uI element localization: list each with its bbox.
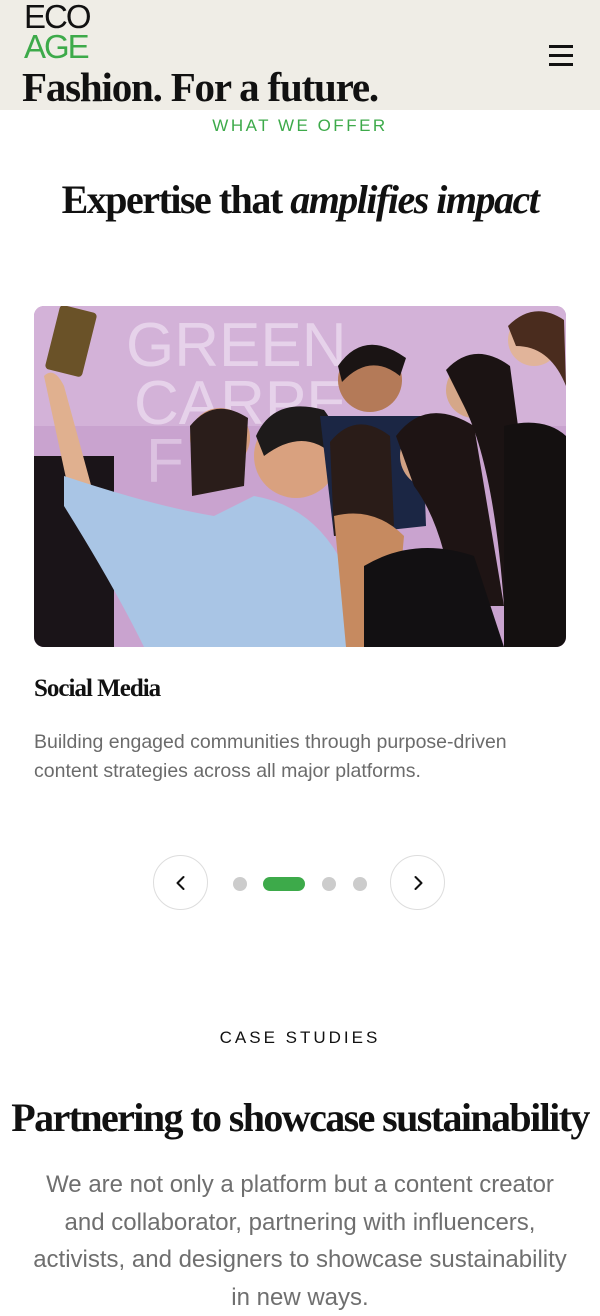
group-selfie-photo: GREEN CARPE F xyxy=(34,306,566,647)
carousel-prev-button[interactable] xyxy=(153,855,208,910)
carousel-dot-2-active[interactable] xyxy=(263,877,305,891)
section-eyebrow-what-we-offer: WHAT WE OFFER xyxy=(212,116,388,135)
section-eyebrow-case-studies: CASE STUDIES xyxy=(219,1028,381,1047)
case-studies-description: We are not only a platform but a content… xyxy=(33,1171,567,1311)
section-title-case-studies: Partnering to showcase sustainability xyxy=(11,1095,590,1140)
chevron-left-icon xyxy=(176,876,185,890)
carousel-dot-1[interactable] xyxy=(233,877,247,891)
site-header: ECO AGE Fashion. For a future. xyxy=(0,0,600,110)
logo-line-age: AGE xyxy=(24,28,90,65)
card-title: Social Media xyxy=(34,675,161,702)
carousel-next-button[interactable] xyxy=(390,855,445,910)
card-description: Building engaged communities through pur… xyxy=(34,731,507,782)
backdrop-text-f: F xyxy=(146,427,184,496)
social-media-card-image[interactable]: GREEN CARPE F xyxy=(34,306,566,647)
chevron-right-icon xyxy=(414,876,423,890)
eco-age-logo[interactable]: ECO AGE xyxy=(24,0,104,65)
section-title-plain: Expertise that xyxy=(61,177,291,222)
carousel-dot-3[interactable] xyxy=(322,877,336,891)
section-title-expertise: Expertise that amplifies impact xyxy=(0,176,600,223)
site-tagline: Fashion. For a future. xyxy=(22,64,379,110)
hamburger-menu-icon[interactable] xyxy=(544,40,578,70)
section-title-italic: amplifies impact xyxy=(290,177,540,222)
carousel-dot-4[interactable] xyxy=(353,877,367,891)
